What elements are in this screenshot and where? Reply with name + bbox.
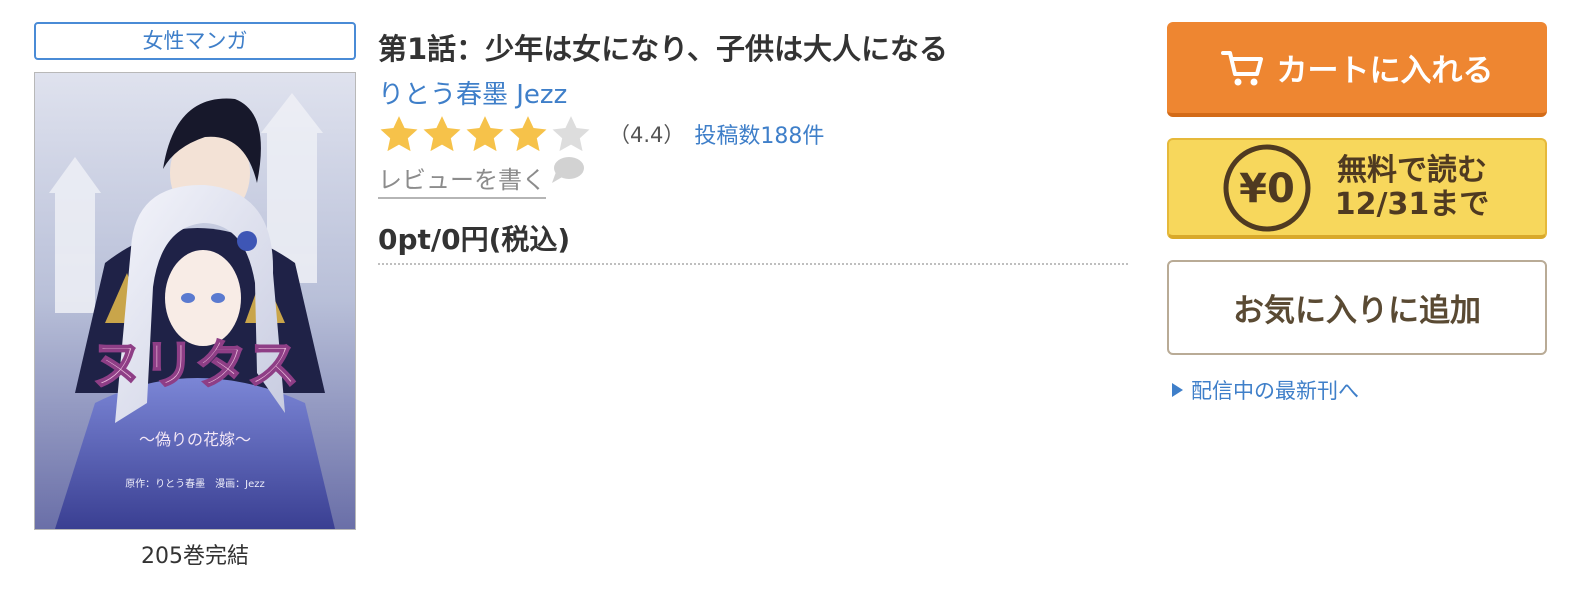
latest-volume-label: 配信中の最新刊へ	[1191, 379, 1359, 403]
cover-credit-text: 原作：りとう春墨 漫画：Jezz	[125, 478, 265, 490]
rating-score: （4.4）	[609, 123, 685, 147]
latest-volume-link[interactable]: 配信中の最新刊へ	[1172, 375, 1359, 405]
price: 0pt/0円(税込)	[378, 223, 571, 256]
read-free-deadline: 12/31まで	[1334, 186, 1490, 222]
book-cover-image[interactable]: ヌリタス 〜偽りの花嫁〜 原作：りとう春墨 漫画：Jezz	[34, 72, 356, 530]
volume-count: 205巻完結	[141, 544, 249, 569]
read-free-text: 無料で読む 12/31まで	[1334, 152, 1490, 222]
add-favorite-label: お気に入りに追加	[1233, 293, 1481, 329]
read-free-button[interactable]: ¥0 無料で読む 12/31まで	[1167, 138, 1547, 239]
read-free-label: 無料で読む	[1336, 152, 1487, 188]
cover-title-text: ヌリタス	[91, 335, 299, 396]
star-icon	[423, 116, 461, 152]
author-link[interactable]: りとう春墨 Jezz	[378, 74, 567, 111]
add-favorite-button[interactable]: お気に入りに追加	[1167, 260, 1547, 355]
add-to-cart-button[interactable]: カートに入れる	[1167, 22, 1547, 117]
star-icon	[509, 116, 547, 152]
review-count-link[interactable]: 投稿数188件	[694, 118, 824, 150]
star-icon	[552, 116, 590, 152]
star-rating	[378, 114, 593, 154]
cover-subtitle-text: 〜偽りの花嫁〜	[139, 430, 251, 449]
cart-icon	[1220, 50, 1263, 85]
speech-bubble-icon	[552, 157, 584, 183]
star-icon	[466, 116, 504, 152]
yen-circle-icon: ¥0	[1223, 144, 1311, 231]
write-review-label: レビューを書く	[378, 160, 546, 199]
write-review-link[interactable]: レビューを書く	[378, 157, 584, 199]
triangle-right-icon	[1172, 383, 1183, 397]
rating-row: （4.4） 投稿数188件	[378, 112, 824, 156]
episode-title: 第1話：少年は女になり、子供は大人になる	[378, 32, 949, 66]
genre-badge: 女性マンガ	[34, 22, 356, 60]
star-icon	[380, 116, 418, 152]
dotted-divider	[378, 263, 1128, 265]
free-price-text: ¥0	[1239, 166, 1295, 212]
add-to-cart-label: カートに入れる	[1276, 53, 1494, 89]
